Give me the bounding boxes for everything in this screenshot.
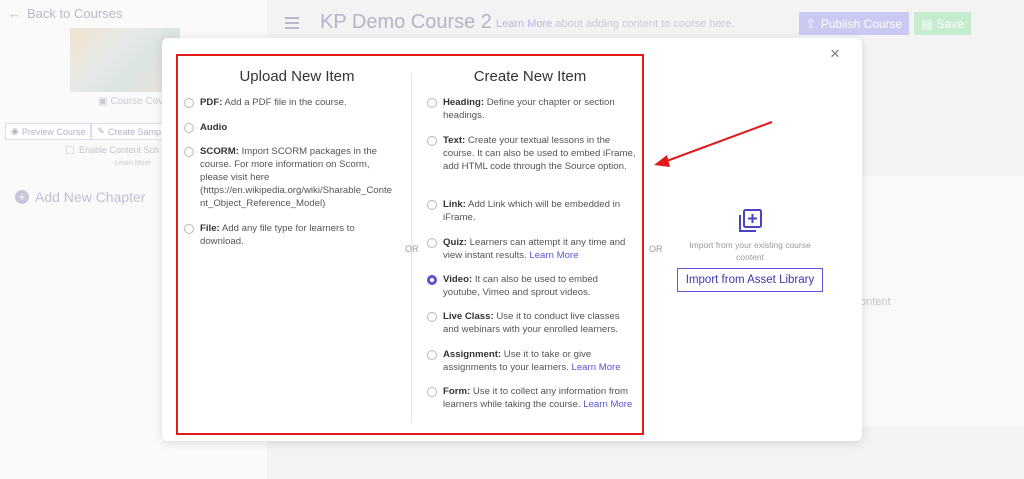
radio-scorm[interactable]: [184, 147, 194, 157]
add-new-chapter-button[interactable]: + Add New Chapter: [15, 189, 146, 205]
course-cover-button[interactable]: ▣ Course Cov: [98, 96, 163, 107]
background-content-label: ontent: [860, 296, 891, 308]
import-description: Import from your existing course content: [689, 240, 811, 262]
option-title: Heading:: [443, 97, 485, 108]
radio-text[interactable]: [427, 136, 437, 146]
plus-circle-icon: +: [15, 190, 29, 204]
create-option-assignment[interactable]: Assignment: Use it to take or give assig…: [427, 348, 637, 374]
create-option-link[interactable]: Link: Add Link which will be embedded in…: [427, 198, 637, 224]
upload-option-text: Audio: [200, 121, 227, 134]
radio-audio[interactable]: [184, 123, 194, 133]
upload-icon: ⇪: [805, 16, 816, 31]
save-icon: ▤: [921, 16, 933, 31]
radio-heading[interactable]: [427, 98, 437, 108]
create-option-text: Live Class: Use it to conduct live class…: [443, 310, 637, 336]
option-title: SCORM:: [200, 146, 239, 157]
upload-option-scorm[interactable]: SCORM: Import SCORM packages in the cour…: [184, 145, 392, 210]
course-cover-label: Course Cov: [110, 96, 164, 107]
create-option-text: Heading: Define your chapter or section …: [443, 96, 637, 122]
create-option-text: Quiz: Learners can attempt it any time a…: [443, 236, 637, 262]
upload-option-text: File: Add any file type for learners to …: [200, 222, 380, 248]
quiz-learn-more-link[interactable]: Learn More: [529, 250, 578, 261]
learn-more-small-link[interactable]: Learn More: [115, 160, 151, 167]
create-sample-button[interactable]: ✎ Create Samp: [91, 123, 167, 140]
form-learn-more-link[interactable]: Learn More: [583, 399, 632, 410]
radio-live-class[interactable]: [427, 312, 437, 322]
publish-course-button[interactable]: ⇪ Publish Course: [799, 12, 909, 35]
radio-quiz[interactable]: [427, 238, 437, 248]
preview-course-label: Preview Course: [21, 126, 86, 137]
option-desc: Add a PDF file in the course.: [222, 97, 347, 108]
save-button[interactable]: ▤ Save: [914, 12, 971, 35]
back-link-label: Back to Courses: [27, 6, 123, 21]
add-content-modal: × Upload New Item PDF: Add a PDF file in…: [162, 38, 862, 441]
import-asset-library-button[interactable]: Import from Asset Library: [677, 268, 823, 292]
option-title: Audio: [200, 122, 228, 133]
upload-column: Upload New Item: [182, 56, 412, 85]
radio-pdf[interactable]: [184, 98, 194, 108]
or-label-right: OR: [649, 244, 663, 254]
save-label: Save: [936, 16, 964, 31]
create-option-text: Assignment: Use it to take or give assig…: [443, 348, 637, 374]
back-to-courses-link[interactable]: ← Back to Courses: [8, 6, 122, 21]
radio-form[interactable]: [427, 387, 437, 397]
radio-assignment[interactable]: [427, 350, 437, 360]
option-title: PDF:: [200, 97, 223, 108]
create-option-text[interactable]: Text: Create your textual lessons in the…: [427, 134, 637, 173]
assignment-learn-more-link[interactable]: Learn More: [572, 362, 621, 373]
upload-option-file[interactable]: File: Add any file type for learners to …: [184, 222, 380, 248]
option-desc: Add Link which will be embedded in iFram…: [443, 199, 621, 223]
preview-course-button[interactable]: ◉ Preview Course: [5, 123, 92, 140]
option-title: Video:: [443, 274, 473, 285]
enable-content-label: Enable Content Sch: [79, 145, 160, 155]
create-option-video[interactable]: Video: It can also be used to embed yout…: [427, 273, 637, 299]
arrow-left-icon: ←: [8, 6, 21, 21]
create-option-quiz[interactable]: Quiz: Learners can attempt it any time a…: [427, 236, 637, 262]
option-title: Link:: [443, 199, 466, 210]
create-option-text: Text: Create your textual lessons in the…: [443, 134, 637, 173]
image-icon: ▣: [98, 96, 108, 107]
radio-link[interactable]: [427, 200, 437, 210]
title-note-text: about adding content to course here.: [552, 18, 735, 30]
option-title: Form:: [443, 386, 471, 397]
upload-option-pdf[interactable]: PDF: Add a PDF file in the course.: [184, 96, 424, 109]
upload-option-audio[interactable]: Audio: [184, 121, 424, 134]
enable-checkbox[interactable]: [66, 146, 74, 154]
title-learn-more-link[interactable]: Learn More: [496, 18, 552, 30]
eye-icon: ◉: [11, 126, 19, 136]
create-option-form[interactable]: Form: Use it to collect any information …: [427, 385, 637, 411]
course-action-buttons: ◉ Preview Course ✎ Create Samp: [5, 123, 167, 140]
course-title: KP Demo Course 2: [320, 11, 492, 33]
radio-video[interactable]: [427, 275, 437, 285]
upload-option-text: PDF: Add a PDF file in the course.: [200, 96, 347, 109]
library-add-icon: [739, 209, 762, 232]
create-option-text: Video: It can also be used to embed yout…: [443, 273, 637, 299]
create-option-text: Form: Use it to collect any information …: [443, 385, 637, 411]
create-sample-label: Create Samp: [107, 126, 161, 137]
radio-file[interactable]: [184, 224, 194, 234]
option-title: Assignment:: [443, 349, 502, 360]
option-desc: Add any file type for learners to downlo…: [200, 223, 355, 247]
create-option-live-class[interactable]: Live Class: Use it to conduct live class…: [427, 310, 637, 336]
option-title: File:: [200, 223, 220, 234]
pencil-icon: ✎: [97, 126, 105, 136]
create-column: Create New Item: [425, 56, 635, 85]
upload-option-text: SCORM: Import SCORM packages in the cour…: [200, 145, 392, 210]
publish-label: Publish Course: [820, 16, 903, 31]
option-title: Live Class:: [443, 311, 494, 322]
enable-content-schedule[interactable]: Enable Content Sch: [66, 145, 159, 155]
or-label-left: OR: [405, 244, 419, 254]
create-title: Create New Item: [473, 68, 587, 85]
upload-title: Upload New Item: [239, 68, 355, 85]
option-title: Text:: [443, 135, 466, 146]
title-note: Learn More about adding content to cours…: [496, 18, 735, 30]
close-icon[interactable]: ×: [830, 44, 840, 64]
hamburger-icon[interactable]: [285, 17, 299, 29]
create-option-heading[interactable]: Heading: Define your chapter or section …: [427, 96, 637, 122]
option-title: Quiz:: [443, 237, 467, 248]
create-option-text: Link: Add Link which will be embedded in…: [443, 198, 637, 224]
option-desc: Create your textual lessons in the cours…: [443, 135, 636, 172]
add-chapter-label: Add New Chapter: [35, 189, 146, 205]
